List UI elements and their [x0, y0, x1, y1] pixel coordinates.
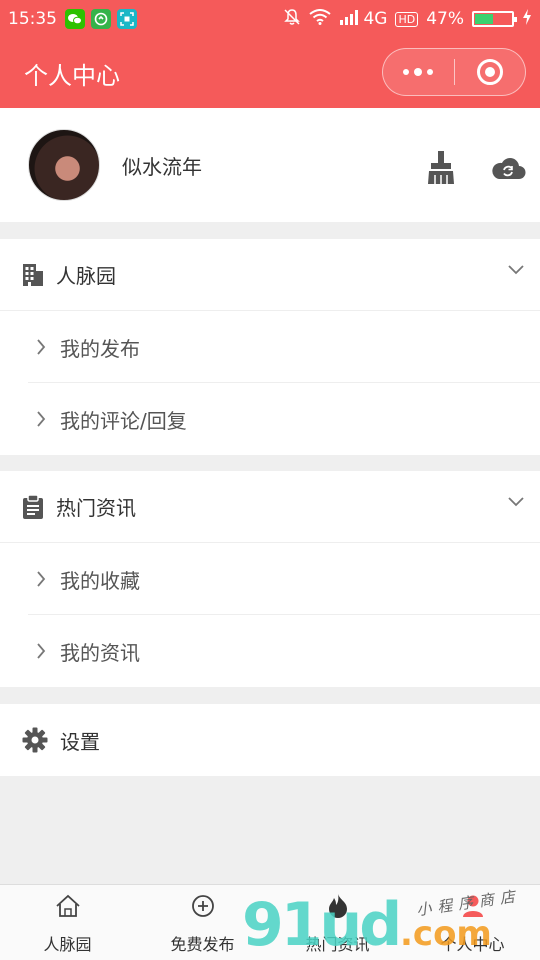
network-type: 4G [363, 9, 388, 29]
more-dot-icon [427, 69, 434, 75]
target-icon [476, 59, 503, 85]
battery-percent: 47% [426, 9, 464, 29]
menu-item-my-comments[interactable]: 我的评论/回复 [0, 383, 540, 455]
page-title: 个人中心 [24, 61, 120, 90]
gear-icon [22, 727, 48, 753]
tab-label: 个人中心 [440, 935, 505, 954]
battery-icon [472, 11, 517, 27]
settings-section: 设置 [0, 704, 540, 776]
scan-app-icon [117, 9, 137, 29]
network-section: 人脉园 我的发布 我的评论/回复 [0, 239, 540, 455]
cloud-sync-button[interactable] [488, 148, 528, 188]
mute-icon [283, 8, 301, 31]
chevron-right-icon [37, 643, 46, 659]
plus-circle-icon [191, 893, 215, 919]
hd-badge: HD [395, 11, 419, 27]
building-icon [23, 263, 43, 286]
tab-free-publish[interactable]: 免费发布 [135, 885, 270, 960]
more-dot-icon [414, 68, 423, 76]
mini-program-capsule [382, 48, 526, 96]
more-dot-icon [403, 69, 410, 75]
flame-icon [327, 893, 349, 919]
signal-icon [339, 9, 361, 30]
tab-label: 免费发布 [170, 935, 235, 954]
chevron-right-icon [37, 571, 46, 587]
clipboard-icon [23, 493, 43, 519]
chevron-down-icon [508, 497, 524, 507]
settings-row[interactable]: 设置 [0, 704, 540, 776]
cloud-sync-icon [492, 158, 526, 179]
user-icon [461, 893, 485, 919]
avatar[interactable] [28, 129, 100, 201]
broom-icon [428, 151, 454, 184]
chevron-right-icon [37, 411, 46, 427]
wechat-icon [65, 9, 85, 29]
section-header-news[interactable]: 热门资讯 [0, 471, 540, 543]
status-bar: 15:35 4G HD 47% [0, 0, 540, 38]
nav-bar: 个人中心 [0, 38, 540, 108]
username: 似水流年 [122, 154, 202, 179]
clear-cache-button[interactable] [421, 148, 461, 188]
settings-label: 设置 [60, 729, 100, 754]
tab-network[interactable]: 人脉园 [0, 885, 135, 960]
wifi-icon [309, 8, 332, 30]
chevron-right-icon [37, 339, 46, 355]
charging-icon [522, 8, 532, 30]
news-section: 热门资讯 我的收藏 我的资讯 [0, 471, 540, 687]
section-header-network[interactable]: 人脉园 [0, 239, 540, 311]
menu-item-label: 我的收藏 [60, 568, 140, 593]
menu-item-my-favorites[interactable]: 我的收藏 [0, 543, 540, 615]
section-title: 人脉园 [56, 264, 116, 288]
section-title: 热门资讯 [56, 496, 136, 520]
close-mini-program-button[interactable] [455, 49, 526, 95]
home-icon [55, 893, 81, 919]
chevron-down-icon [508, 265, 524, 275]
more-menu-button[interactable] [383, 49, 454, 95]
sync-app-icon [91, 9, 111, 29]
tab-personal-center[interactable]: 个人中心 [405, 885, 540, 960]
tab-bar: 人脉园 免费发布 热门资讯 个人中心 [0, 884, 540, 960]
menu-item-my-posts[interactable]: 我的发布 [0, 311, 540, 383]
profile-card: 似水流年 [0, 108, 540, 222]
menu-item-label: 我的资讯 [60, 640, 140, 665]
tab-label: 人脉园 [43, 935, 92, 954]
status-time: 15:35 [8, 9, 57, 29]
menu-item-my-news[interactable]: 我的资讯 [0, 615, 540, 687]
menu-item-label: 我的发布 [60, 336, 140, 361]
tab-label: 热门资讯 [305, 935, 370, 954]
tab-hot-news[interactable]: 热门资讯 [270, 885, 405, 960]
menu-item-label: 我的评论/回复 [60, 408, 187, 433]
